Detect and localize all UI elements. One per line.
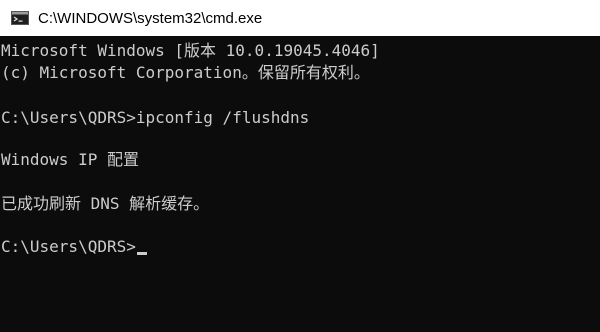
prompt-text: C:\Users\QDRS>	[1, 237, 136, 256]
prompt-line[interactable]: C:\Users\QDRS>	[1, 236, 147, 258]
console-line: Microsoft Windows [版本 10.0.19045.4046]	[1, 41, 380, 60]
console-line: Windows IP 配置	[1, 150, 139, 169]
cmd-window: C:\WINDOWS\system32\cmd.exe Microsoft Wi…	[0, 0, 600, 332]
console-output[interactable]: Microsoft Windows [版本 10.0.19045.4046] (…	[0, 36, 600, 332]
console-line: (c) Microsoft Corporation。保留所有权利。	[1, 63, 370, 82]
window-title: C:\WINDOWS\system32\cmd.exe	[38, 9, 263, 27]
console-line: C:\Users\QDRS>ipconfig /flushdns	[1, 108, 310, 127]
title-bar[interactable]: C:\WINDOWS\system32\cmd.exe	[0, 0, 600, 36]
console-line: 已成功刷新 DNS 解析缓存。	[1, 194, 210, 213]
text-cursor	[136, 252, 147, 255]
cmd-console-icon	[11, 11, 29, 25]
